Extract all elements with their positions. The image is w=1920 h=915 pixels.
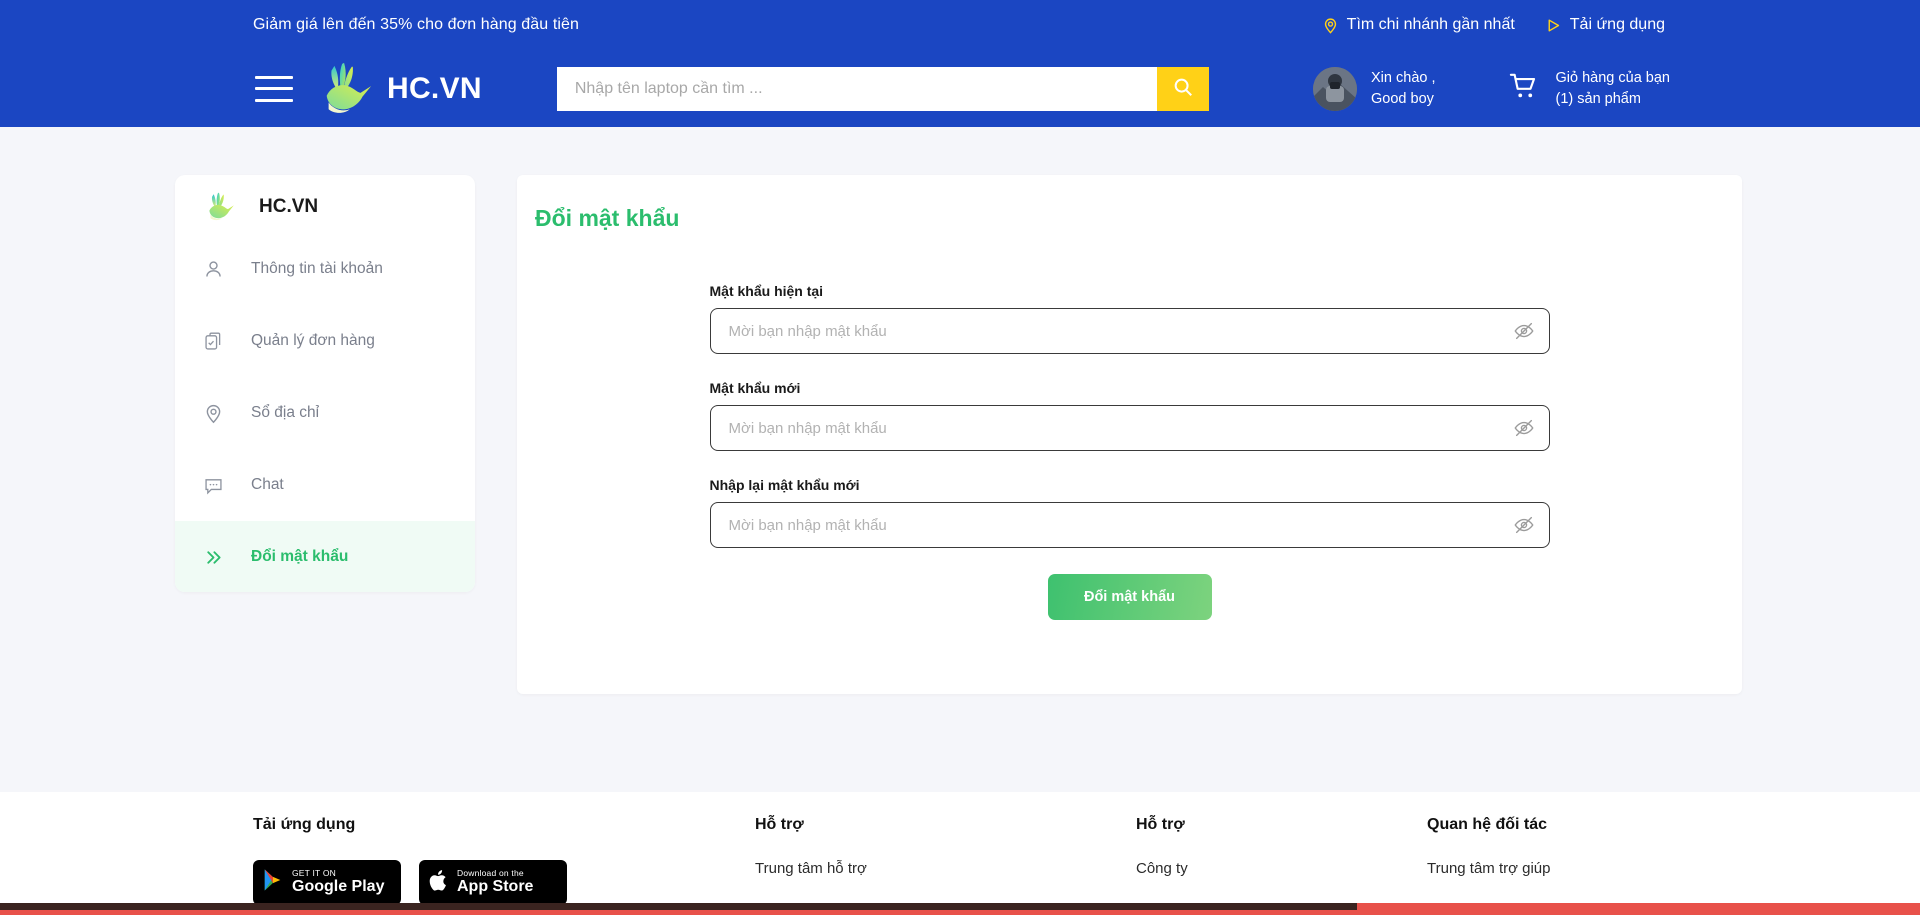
- footer-link[interactable]: Trung tâm hỗ trợ: [755, 860, 1136, 877]
- play-triangle-icon: [1545, 17, 1562, 34]
- clipboard-check-icon: [202, 331, 224, 352]
- main-header: HC.VN Nhập tên laptop cần tìm ... Xin ch…: [0, 50, 1920, 127]
- change-password-card: Đổi mật khẩu Mật khẩu hiện tại Mật khẩu …: [517, 175, 1742, 694]
- topbar-links: Tìm chi nhánh gần nhất Tải ứng dụng: [1322, 0, 1665, 50]
- sidebar-item-label: Quản lý đơn hàng: [251, 332, 375, 349]
- footer-link[interactable]: Trung tâm trợ giúp: [1427, 860, 1551, 877]
- sidebar-item-chat[interactable]: Chat: [175, 449, 475, 521]
- eye-off-icon[interactable]: [1513, 514, 1535, 536]
- google-play-icon: [262, 868, 284, 897]
- current-password-input[interactable]: [710, 322, 1549, 340]
- search-button[interactable]: [1156, 66, 1209, 111]
- find-branch-label: Tìm chi nhánh gần nhất: [1346, 16, 1515, 33]
- input-shell: [709, 308, 1550, 354]
- footer-columns: Tải ứng dụng GET IT ON Google Play Downl…: [253, 816, 1920, 905]
- cart-count: (1) sản phẩm: [1555, 90, 1641, 107]
- field-current-password: Mật khẩu hiện tại: [709, 283, 1550, 354]
- account-sidebar: HC.VN Thông tin tài khoản Quản lý đơn hà…: [175, 175, 475, 592]
- sidebar-item-label: Đổi mật khẩu: [251, 548, 349, 565]
- google-play-text: GET IT ON Google Play: [292, 868, 385, 896]
- change-password-button[interactable]: Đổi mật khẩu: [1047, 574, 1212, 620]
- confirm-password-input[interactable]: [710, 516, 1549, 534]
- search-bar: [556, 66, 1209, 111]
- field-label: Mật khẩu hiện tại: [709, 283, 824, 299]
- input-shell: [709, 502, 1550, 548]
- chat-bubble-icon: [202, 475, 224, 496]
- search-icon: [1172, 76, 1194, 101]
- new-password-input[interactable]: [710, 419, 1549, 437]
- google-play-badge[interactable]: GET IT ON Google Play: [253, 860, 401, 905]
- footer-link[interactable]: Công ty: [1136, 860, 1427, 877]
- field-new-password: Mật khẩu mới: [709, 380, 1550, 451]
- footer-column-title: Tải ứng dụng: [253, 816, 356, 833]
- sidebar-item-address-book[interactable]: Sổ địa chỉ: [175, 377, 475, 449]
- footer-column-title: Quan hệ đối tác: [1427, 816, 1548, 833]
- badge-big-text: Google Play: [292, 878, 385, 896]
- store-badges: GET IT ON Google Play Download on the Ap…: [253, 860, 755, 905]
- sidebar-brand[interactable]: HC.VN: [175, 175, 475, 233]
- sidebar-item-account-info[interactable]: Thông tin tài khoản: [175, 233, 475, 305]
- app-store-badge[interactable]: Download on the App Store: [419, 860, 567, 905]
- map-pin-icon: [202, 403, 224, 424]
- double-chevron-right-icon: [202, 547, 224, 568]
- badge-big-text: App Store: [457, 878, 534, 896]
- search-input[interactable]: [556, 66, 1157, 111]
- avatar: [1313, 66, 1358, 111]
- download-app-label: Tải ứng dụng: [1569, 16, 1665, 33]
- content-area: HC.VN Thông tin tài khoản Quản lý đơn hà…: [175, 127, 1742, 694]
- footer-column-app: Tải ứng dụng GET IT ON Google Play Downl…: [253, 816, 755, 905]
- eye-off-icon[interactable]: [1513, 320, 1535, 342]
- footer-column-support-1: Hỗ trợ Trung tâm hỗ trợ: [755, 816, 1136, 905]
- site-footer: Tải ứng dụng GET IT ON Google Play Downl…: [0, 792, 1920, 915]
- sidebar-item-label: Thông tin tài khoản: [251, 260, 383, 277]
- hummingbird-logo-icon: [326, 62, 372, 113]
- map-pin-icon: [1322, 17, 1339, 34]
- footer-column-title: Hỗ trợ: [755, 816, 804, 833]
- input-shell: [709, 405, 1550, 451]
- field-label: Nhập lại mật khẩu mới: [709, 477, 860, 493]
- bottom-dark-bar: [0, 903, 1357, 910]
- field-confirm-password: Nhập lại mật khẩu mới: [709, 477, 1550, 548]
- sidebar-brand-name: HC.VN: [259, 196, 319, 217]
- badge-small-text: Download on the: [457, 868, 524, 879]
- bottom-bars: [0, 903, 1920, 915]
- page-title: Đổi mật khẩu: [535, 205, 680, 231]
- cart-widget[interactable]: Giỏ hàng của bạn (1) sản phẩm: [1508, 68, 1670, 109]
- app-store-text: Download on the App Store: [457, 868, 534, 896]
- eye-off-icon[interactable]: [1513, 417, 1535, 439]
- cart-title: Giỏ hàng của bạn: [1555, 69, 1670, 86]
- page-wrapper: Giảm giá lên đến 35% cho đơn hàng đầu ti…: [0, 0, 1920, 915]
- top-announcement-bar: Giảm giá lên đến 35% cho đơn hàng đầu ti…: [0, 0, 1920, 50]
- find-branch-link[interactable]: Tìm chi nhánh gần nhất: [1322, 16, 1515, 34]
- user-icon: [202, 259, 224, 280]
- badge-small-text: GET IT ON: [292, 868, 336, 879]
- hamburger-menu-icon[interactable]: [255, 75, 293, 102]
- sidebar-item-label: Chat: [251, 476, 284, 493]
- footer-column-title: Hỗ trợ: [1136, 816, 1185, 833]
- sidebar-item-change-password[interactable]: Đổi mật khẩu: [175, 521, 475, 592]
- footer-column-support-2: Hỗ trợ Công ty: [1136, 816, 1427, 905]
- brand-name: HC.VN: [387, 71, 482, 105]
- page-body: HC.VN Thông tin tài khoản Quản lý đơn hà…: [0, 127, 1920, 792]
- submit-row: Đổi mật khẩu: [710, 574, 1550, 620]
- sidebar-item-order-management[interactable]: Quản lý đơn hàng: [175, 305, 475, 377]
- field-label: Mật khẩu mới: [709, 380, 801, 396]
- cart-text: Giỏ hàng của bạn (1) sản phẩm: [1556, 68, 1670, 109]
- footer-column-partners: Quan hệ đối tác Trung tâm trợ giúp: [1427, 816, 1551, 905]
- account-text: Xin chào , Good boy: [1371, 68, 1436, 109]
- promo-text: Giảm giá lên đến 35% cho đơn hàng đầu ti…: [253, 16, 580, 33]
- shopping-cart-icon: [1508, 71, 1540, 106]
- account-name: Good boy: [1371, 90, 1434, 107]
- change-password-form: Mật khẩu hiện tại Mật khẩu mới Nhập lại …: [709, 283, 1550, 620]
- account-menu[interactable]: Xin chào , Good boy: [1313, 66, 1436, 111]
- apple-icon: [428, 868, 449, 898]
- hummingbird-logo-icon: [209, 192, 234, 221]
- sidebar-item-label: Sổ địa chỉ: [251, 404, 320, 421]
- header-right-cluster: Xin chào , Good boy Giỏ hàng của bạn (1)…: [1313, 66, 1670, 111]
- account-greeting: Xin chào ,: [1371, 69, 1436, 86]
- download-app-link[interactable]: Tải ứng dụng: [1545, 16, 1665, 34]
- brand-logo[interactable]: HC.VN: [315, 61, 482, 117]
